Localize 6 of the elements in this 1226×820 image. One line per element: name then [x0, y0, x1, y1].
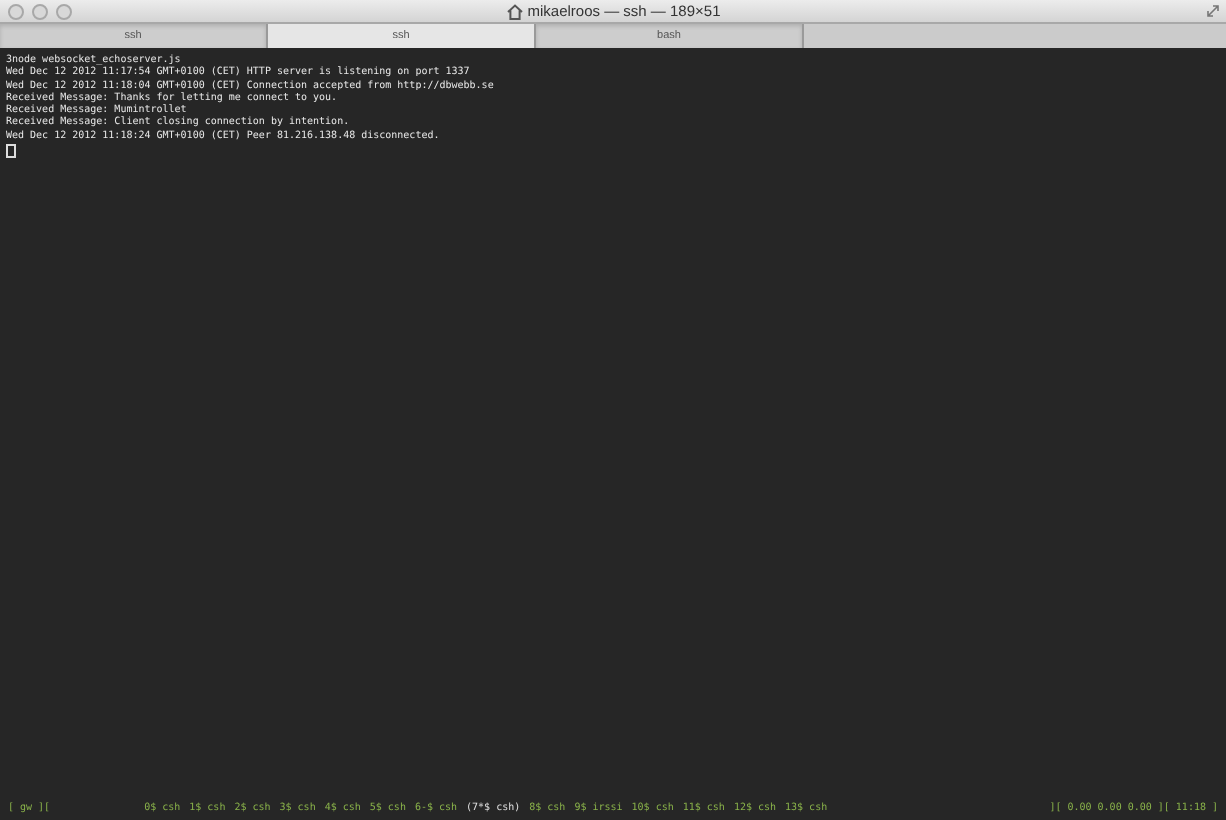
home-icon	[505, 3, 524, 19]
text-cursor	[6, 143, 16, 158]
minimize-button[interactable]	[32, 3, 48, 19]
zoom-button[interactable]	[56, 3, 72, 19]
fullscreen-icon[interactable]	[1206, 4, 1220, 18]
close-button[interactable]	[8, 3, 24, 19]
